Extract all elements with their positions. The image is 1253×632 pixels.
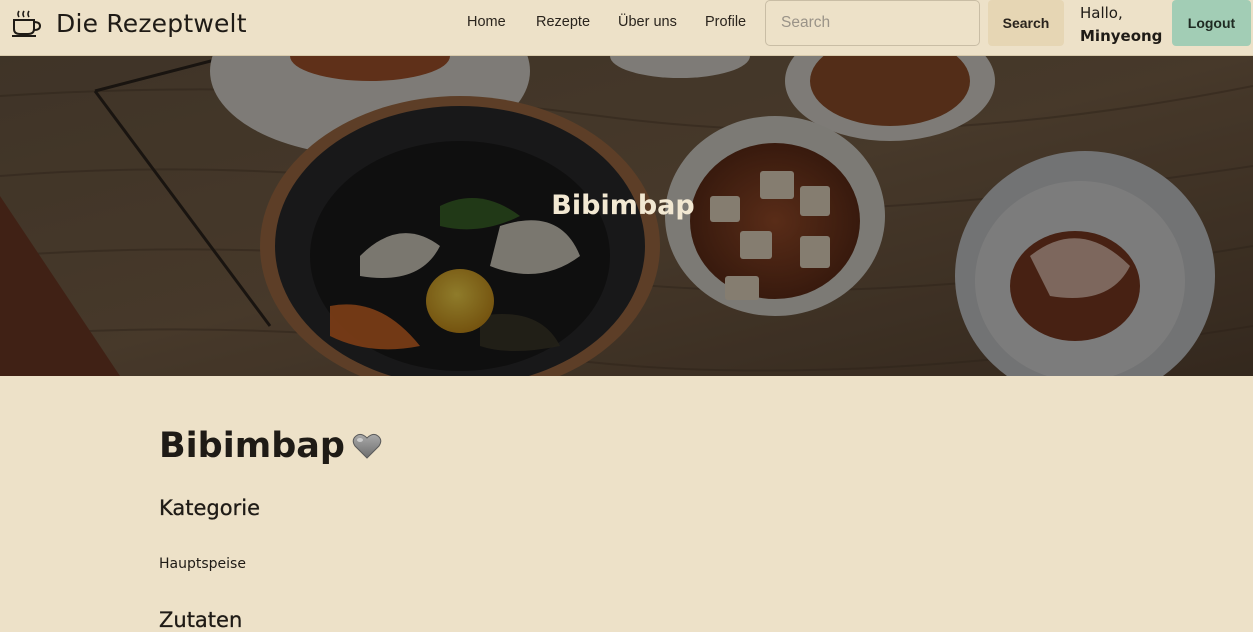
recipe-title-text: Bibimbap xyxy=(159,426,345,466)
logout-button[interactable]: Logout xyxy=(1172,0,1251,46)
coffee-cup-icon xyxy=(12,10,42,37)
brand-name: Die Rezeptwelt xyxy=(56,8,247,38)
user-greeting: Hallo, Minyeong xyxy=(1080,2,1170,48)
nav-link-rezepte[interactable]: Rezepte xyxy=(536,14,590,30)
search-button[interactable]: Search xyxy=(988,0,1064,46)
heart-icon[interactable] xyxy=(352,432,382,460)
hero-banner: Bibimbap xyxy=(0,56,1253,376)
category-heading: Kategorie xyxy=(159,496,260,520)
hero-title: Bibimbap xyxy=(551,190,695,221)
category-value: Hauptspeise xyxy=(159,556,246,572)
nav-link-ueber-uns[interactable]: Über uns xyxy=(618,14,677,30)
username: Minyeong xyxy=(1080,27,1163,45)
nav-link-home[interactable]: Home xyxy=(467,14,506,30)
top-navbar: Die Rezeptwelt Home Rezepte Über uns Pro… xyxy=(0,0,1253,56)
ingredients-heading: Zutaten xyxy=(159,608,243,632)
search-input[interactable] xyxy=(765,0,980,46)
brand-link[interactable]: Die Rezeptwelt xyxy=(10,6,247,40)
nav-link-profile[interactable]: Profile xyxy=(705,14,746,30)
recipe-title: Bibimbap xyxy=(159,426,382,466)
greeting-label: Hallo, xyxy=(1080,4,1123,22)
